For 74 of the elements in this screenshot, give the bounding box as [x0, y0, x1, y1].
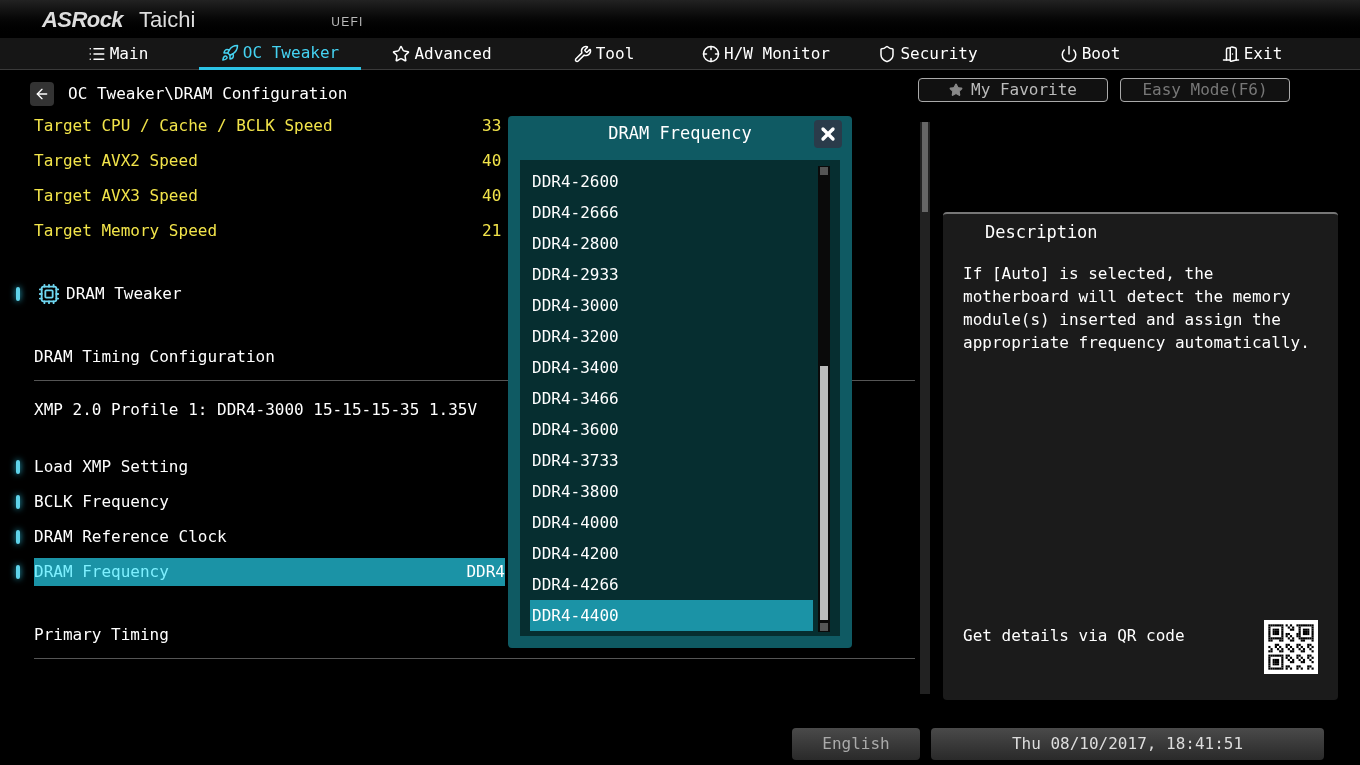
description-text: If [Auto] is selected, the motherboard will detect the memory module(s) inserted and assign the appropriate frequency automatically.	[963, 262, 1311, 354]
profile-text: XMP 2.0 Profile 1: DDR4-3000 15-15-15-35 1.35V	[34, 398, 478, 421]
info-label: Target AVX3 Speed	[34, 184, 199, 207]
easy-mode-button[interactable]: Easy Mode(F6)	[1120, 78, 1290, 102]
item-marker	[16, 459, 20, 474]
list-icon	[87, 45, 106, 63]
breadcrumb: OC Tweaker\DRAM Configuration	[68, 83, 348, 105]
item-marker	[16, 529, 20, 544]
power-icon	[1059, 45, 1078, 63]
scrollbar[interactable]	[920, 122, 930, 694]
close-icon	[818, 124, 838, 144]
back-button[interactable]	[30, 82, 54, 106]
section-heading: DRAM Timing Configuration	[34, 346, 275, 368]
rocket-icon	[220, 43, 239, 62]
nav-tab[interactable]: Main	[37, 38, 199, 70]
qr-hint: Get details via QR code	[963, 625, 1185, 647]
qr-code-icon	[1264, 620, 1318, 674]
menu-item[interactable]: DRAM Frequency DDR4	[34, 557, 505, 586]
model-name: Taichi	[139, 5, 196, 34]
crosshair-icon	[702, 45, 720, 63]
item-marker	[16, 494, 20, 509]
frequency-option[interactable]: DDR4-3000	[530, 290, 813, 321]
item-marker	[16, 564, 20, 579]
door-icon	[1221, 45, 1240, 63]
info-label: Target AVX2 Speed	[34, 149, 199, 172]
info-label: Target Memory Speed	[34, 219, 219, 242]
info-label: Target CPU / Cache / BCLK Speed	[34, 114, 334, 137]
date-time: Thu 08/10/2017, 18:41:51	[931, 728, 1324, 760]
wrench-icon	[573, 45, 592, 63]
nav-tab[interactable]: Exit	[1171, 38, 1333, 70]
frequency-option[interactable]: DDR4-3733	[530, 445, 813, 476]
frequency-option[interactable]: DDR4-3600	[530, 414, 813, 445]
info-value: 21	[482, 219, 502, 242]
frequency-option[interactable]: DDR4-2600	[530, 166, 813, 197]
submenu-item[interactable]: DRAM Tweaker	[66, 281, 182, 306]
brand-logo: ASRock	[42, 5, 124, 34]
frequency-option[interactable]: DDR4-3400	[530, 352, 813, 383]
menu-item[interactable]: Load XMP Setting	[34, 452, 505, 481]
star-icon	[392, 45, 411, 63]
shield-icon	[878, 45, 897, 63]
frequency-option[interactable]: DDR4-4200	[530, 538, 813, 569]
nav-tab[interactable]: Security	[847, 38, 1009, 70]
memory-module-icon	[38, 282, 60, 305]
item-marker	[16, 286, 20, 301]
info-value: 40	[482, 149, 502, 172]
frequency-option[interactable]: DDR4-4266	[530, 569, 813, 600]
favorite-button[interactable]: My Favorite	[918, 78, 1108, 102]
star-icon	[949, 83, 963, 97]
panel-title: Description	[984, 221, 1099, 244]
menu-item[interactable]: DRAM Reference Clock	[34, 522, 505, 551]
info-value: 40	[482, 184, 502, 207]
dialog-title: DRAM Frequency	[608, 122, 752, 146]
frequency-option[interactable]: DDR4-2800	[530, 228, 813, 259]
info-value: 33	[482, 114, 502, 137]
scrollbar[interactable]	[818, 166, 830, 632]
frequency-option[interactable]: DDR4-3200	[530, 321, 813, 352]
nav-tab[interactable]: OC Tweaker	[199, 38, 361, 70]
frequency-option[interactable]: DDR4-4400	[530, 600, 813, 631]
back-icon	[34, 86, 50, 102]
frequency-option[interactable]: DDR4-2933	[530, 259, 813, 290]
close-button[interactable]	[814, 120, 842, 148]
frequency-option[interactable]: DDR4-4000	[530, 507, 813, 538]
nav-tab[interactable]: Advanced	[361, 38, 523, 70]
nav-tab[interactable]: Boot	[1009, 38, 1171, 70]
nav-tab[interactable]: Tool	[523, 38, 685, 70]
language-button[interactable]: English	[792, 728, 920, 760]
firmware-label: UEFI	[331, 14, 364, 31]
setting-value: DDR4	[466, 560, 505, 583]
section-heading: Primary Timing	[34, 624, 169, 646]
frequency-option[interactable]: DDR4-3466	[530, 383, 813, 414]
frequency-option[interactable]: DDR4-3800	[530, 476, 813, 507]
nav-tab[interactable]: H/W Monitor	[685, 38, 847, 70]
frequency-option[interactable]: DDR4-2666	[530, 197, 813, 228]
menu-item[interactable]: BCLK Frequency	[34, 487, 505, 516]
